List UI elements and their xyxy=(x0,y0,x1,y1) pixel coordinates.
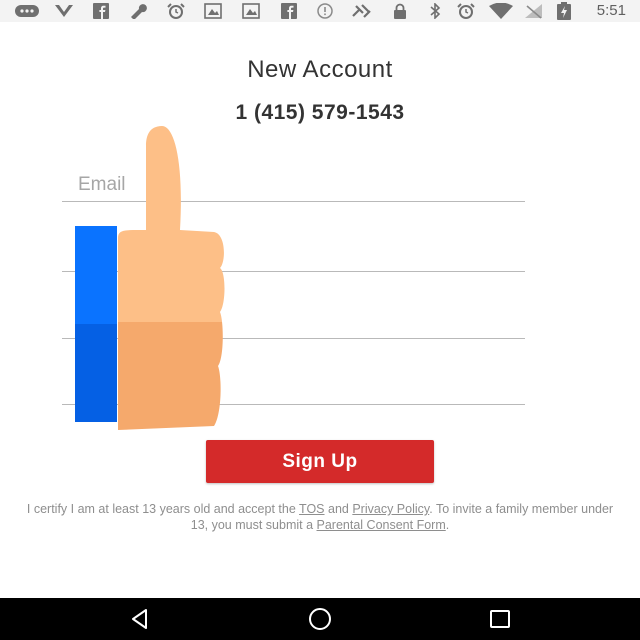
wrench-icon xyxy=(128,3,148,19)
message-icon xyxy=(14,3,40,19)
legal-text: and xyxy=(328,502,349,516)
wifi-icon xyxy=(488,3,514,19)
thumbs-up-icon xyxy=(118,126,225,430)
legal-notice: I certify I am at least 13 years old and… xyxy=(24,501,616,533)
facebook-icon xyxy=(92,3,110,19)
status-bar: 5:51 xyxy=(0,0,640,22)
image-icon xyxy=(204,3,222,19)
facebook-icon xyxy=(280,3,298,19)
overlay-blue-bar xyxy=(75,226,117,422)
clock: 5:51 xyxy=(596,2,626,19)
info-icon xyxy=(316,3,334,19)
privacy-policy-link[interactable]: Privacy Policy xyxy=(352,502,429,516)
phone-number: 1 (415) 579-1543 xyxy=(235,101,405,124)
home-icon[interactable] xyxy=(300,605,340,633)
recent-apps-icon[interactable] xyxy=(480,605,520,633)
sign-up-button[interactable]: Sign Up xyxy=(206,440,434,483)
page-title: New Account xyxy=(247,56,393,83)
satellite-icon xyxy=(350,3,372,19)
lock-icon xyxy=(392,3,408,19)
no-signal-icon xyxy=(524,3,544,19)
alarm-icon xyxy=(166,3,186,19)
alarm-icon xyxy=(456,3,476,19)
legal-text: I certify I am at least 13 years old and… xyxy=(26,502,296,516)
parental-consent-link[interactable]: Parental Consent Form xyxy=(317,518,446,532)
navigation-bar xyxy=(0,598,640,640)
signal-v-icon xyxy=(54,3,74,19)
bluetooth-icon xyxy=(428,3,442,19)
legal-text: . xyxy=(445,518,450,532)
tos-link[interactable]: TOS xyxy=(299,502,324,516)
image-icon xyxy=(242,3,260,19)
back-icon[interactable] xyxy=(120,605,160,633)
battery-charging-icon xyxy=(556,2,572,20)
